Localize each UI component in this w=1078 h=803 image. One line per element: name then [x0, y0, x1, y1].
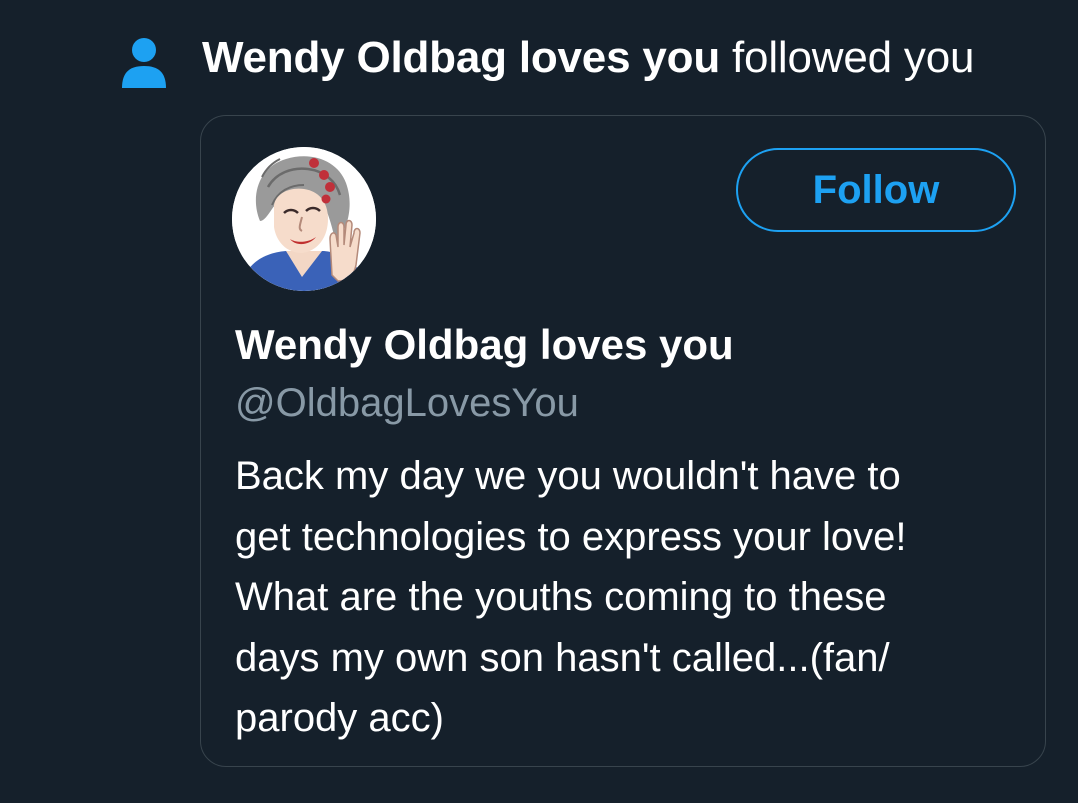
notification-headline: Wendy Oldbag loves you followed you: [202, 30, 974, 86]
profile-bio: Back my day we you wouldn't have to get …: [235, 446, 1025, 749]
person-icon: [120, 36, 168, 90]
bio-line: Back my day we you wouldn't have to: [235, 454, 901, 498]
follow-notification[interactable]: Wendy Oldbag loves you followed you Foll…: [0, 0, 1078, 803]
profile-display-name[interactable]: Wendy Oldbag loves you: [235, 318, 734, 372]
avatar[interactable]: [232, 147, 376, 291]
profile-handle[interactable]: @OldbagLovesYou: [235, 377, 579, 429]
follow-button[interactable]: Follow: [736, 148, 1016, 232]
notification-action-text: followed you: [732, 33, 975, 82]
bio-line: days my own son hasn't called...(fan/: [235, 635, 890, 680]
bio-line: What are the youths coming to these: [235, 575, 887, 619]
bio-line: parody acc): [235, 696, 444, 740]
avatar-image: [232, 147, 376, 291]
follower-name[interactable]: Wendy Oldbag loves you: [202, 33, 720, 82]
bio-line: get technologies to express your love!: [235, 514, 907, 559]
